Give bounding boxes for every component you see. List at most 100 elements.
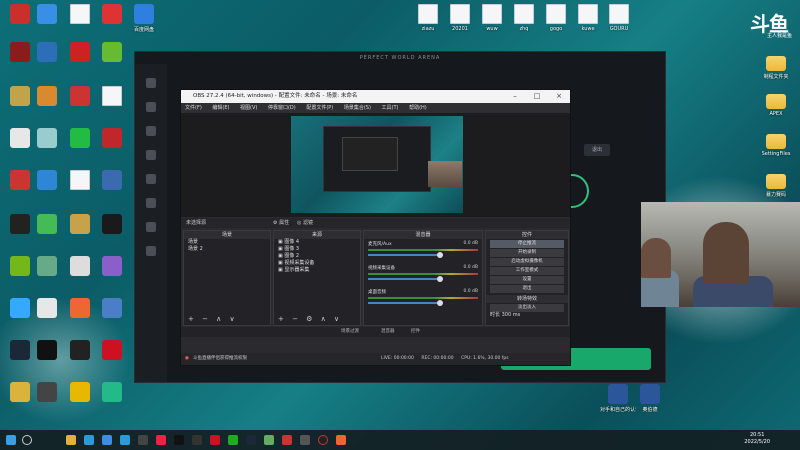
desktop-icon-app-21[interactable]: [29, 256, 65, 276]
desktop-icon-app-5[interactable]: [29, 42, 65, 62]
stop-streaming-button[interactable]: 停止推流: [490, 240, 564, 248]
taskbar-app-icon[interactable]: [156, 435, 166, 445]
menu-tools[interactable]: 工具(T): [382, 105, 399, 111]
desktop-icon-app-25[interactable]: [29, 298, 65, 318]
source-item[interactable]: ▣ 图像 4: [274, 239, 360, 246]
menu-profile[interactable]: 配置文件(P): [306, 105, 333, 111]
volume-slider[interactable]: [368, 276, 443, 282]
taskbar-app-icon[interactable]: [102, 435, 112, 445]
menu-file[interactable]: 文件(F): [185, 105, 202, 111]
taskbar-app-icon[interactable]: [300, 435, 310, 445]
taskbar-app-icon[interactable]: [210, 435, 220, 445]
source-item[interactable]: ▣ 图像 2: [274, 253, 360, 260]
desktop-icon-app-13[interactable]: [62, 128, 98, 148]
desktop-icon-app-27[interactable]: [94, 298, 130, 318]
desktop-doc-1[interactable]: 对手和自己的认识: [600, 384, 636, 413]
desktop-folder-apex[interactable]: APEX: [758, 90, 794, 117]
desktop-icon-app-26[interactable]: [62, 298, 98, 318]
launcher-nav-icon[interactable]: [146, 246, 156, 256]
desktop-file-gogo[interactable]: gogo: [538, 4, 574, 32]
desktop-icon-app-20[interactable]: [94, 214, 130, 234]
obs-preview[interactable]: [181, 113, 570, 217]
launcher-nav-icon[interactable]: [146, 102, 156, 112]
virtual-camera-button[interactable]: 启动虚拟摄像机: [490, 258, 564, 266]
scene-item[interactable]: 场景: [184, 239, 270, 246]
exit-button[interactable]: 退出: [490, 285, 564, 293]
desktop-icon-baidu[interactable]: 百度网盘: [126, 4, 162, 33]
desktop-icon-app-18[interactable]: [29, 214, 65, 234]
desktop-icon-file-2[interactable]: [94, 86, 130, 106]
launcher-nav-icon[interactable]: [146, 174, 156, 184]
desktop-file-gouru[interactable]: GOURU: [601, 4, 637, 32]
launcher-nav-icon[interactable]: [146, 126, 156, 136]
desktop-icon-app-31[interactable]: [29, 382, 65, 402]
desktop-icon-app-7[interactable]: [94, 42, 130, 62]
desktop-icon-app-3[interactable]: [94, 4, 130, 26]
desktop-icon-flash[interactable]: [94, 128, 130, 148]
desktop-icon-app-28[interactable]: [62, 340, 98, 360]
minimize-icon[interactable]: –: [504, 90, 526, 103]
desktop-icon-app-23[interactable]: [94, 256, 130, 276]
taskbar-app-icon[interactable]: [66, 435, 76, 445]
taskbar-app-icon[interactable]: [192, 435, 202, 445]
volume-slider[interactable]: [368, 252, 443, 258]
taskbar-app-icon[interactable]: [138, 435, 148, 445]
source-item[interactable]: ▣ 显示器采集: [274, 267, 360, 274]
taskbar-app-icon[interactable]: [174, 435, 184, 445]
launcher-nav-icon[interactable]: [146, 198, 156, 208]
desktop-icon-app-22[interactable]: [62, 256, 98, 276]
desktop-file-20201[interactable]: 20201: [442, 4, 478, 32]
taskbar-app-icon[interactable]: [246, 435, 256, 445]
tab-transitions[interactable]: 场景过渡: [341, 327, 359, 337]
scene-item[interactable]: 场景 2: [184, 246, 270, 253]
desktop-icon-app-19[interactable]: [62, 214, 98, 234]
start-icon[interactable]: [6, 435, 16, 445]
maximize-icon[interactable]: □: [526, 90, 548, 103]
taskbar-app-icon[interactable]: [264, 435, 274, 445]
desktop-doc-2[interactable]: 奥伯德: [632, 384, 668, 413]
transition-select[interactable]: 淡出淡入: [490, 304, 564, 312]
menu-scene-collection[interactable]: 场景集合(S): [344, 105, 371, 111]
taskbar-clock[interactable]: 20:51 2022/5/20: [744, 432, 770, 446]
source-item[interactable]: ▣ 图像 3: [274, 246, 360, 253]
desktop-icon-app-9[interactable]: [29, 86, 65, 106]
menu-view[interactable]: 视图(V): [240, 105, 257, 111]
desktop-icon-app-16[interactable]: [94, 170, 130, 190]
volume-slider[interactable]: [368, 300, 443, 306]
menu-docks[interactable]: 停靠窗口(D): [268, 105, 296, 111]
taskbar-app-icon[interactable]: [120, 435, 130, 445]
desktop-icon-app-10[interactable]: [62, 86, 98, 106]
desktop-icon-app-29[interactable]: [94, 340, 130, 360]
launcher-nav-icon[interactable]: [146, 150, 156, 160]
taskbar-obs-icon[interactable]: [318, 435, 328, 445]
taskbar-app-icon[interactable]: [282, 435, 292, 445]
tab-controls[interactable]: 控件: [411, 327, 420, 337]
desktop-icon-app-12[interactable]: [29, 128, 65, 148]
tab-mixer[interactable]: 混音器: [381, 327, 395, 337]
filters-button[interactable]: ◎ 滤镜: [297, 218, 313, 228]
sources-dock-toolbar[interactable]: + − ⚙ ∧ ∨: [278, 315, 342, 323]
desktop-icon-app-2[interactable]: [29, 4, 65, 26]
desktop-icon-file-3[interactable]: [62, 170, 98, 190]
desktop-file-wuw[interactable]: wuw: [474, 4, 510, 32]
desktop-icon-file-1[interactable]: [62, 4, 98, 26]
start-recording-button[interactable]: 开始录制: [490, 249, 564, 257]
desktop-folder-4[interactable]: 暴力赛码: [758, 170, 794, 198]
taskbar-app-icon[interactable]: [336, 435, 346, 445]
taskbar-app-icon[interactable]: [228, 435, 238, 445]
menu-help[interactable]: 帮助(H): [409, 105, 427, 111]
desktop-icon-app-32[interactable]: [62, 382, 98, 402]
launcher-nav-icon[interactable]: [146, 78, 156, 88]
taskbar-app-icon[interactable]: [84, 435, 94, 445]
desktop-file-zhq[interactable]: zhq: [506, 4, 542, 32]
close-icon[interactable]: ×: [548, 90, 570, 103]
search-icon[interactable]: [22, 435, 32, 445]
desktop-icon-app-33[interactable]: [94, 382, 130, 402]
properties-button[interactable]: ⚙ 属性: [273, 218, 289, 228]
scenes-dock-toolbar[interactable]: + − ∧ ∨: [188, 315, 238, 323]
transition-duration[interactable]: 时长 300 ms: [486, 312, 568, 319]
studio-mode-button[interactable]: 工作室模式: [490, 267, 564, 275]
launcher-nav-icon[interactable]: [146, 222, 156, 232]
desktop-icon-app-15[interactable]: [29, 170, 65, 190]
launcher-exit-button[interactable]: 退出: [584, 144, 610, 156]
